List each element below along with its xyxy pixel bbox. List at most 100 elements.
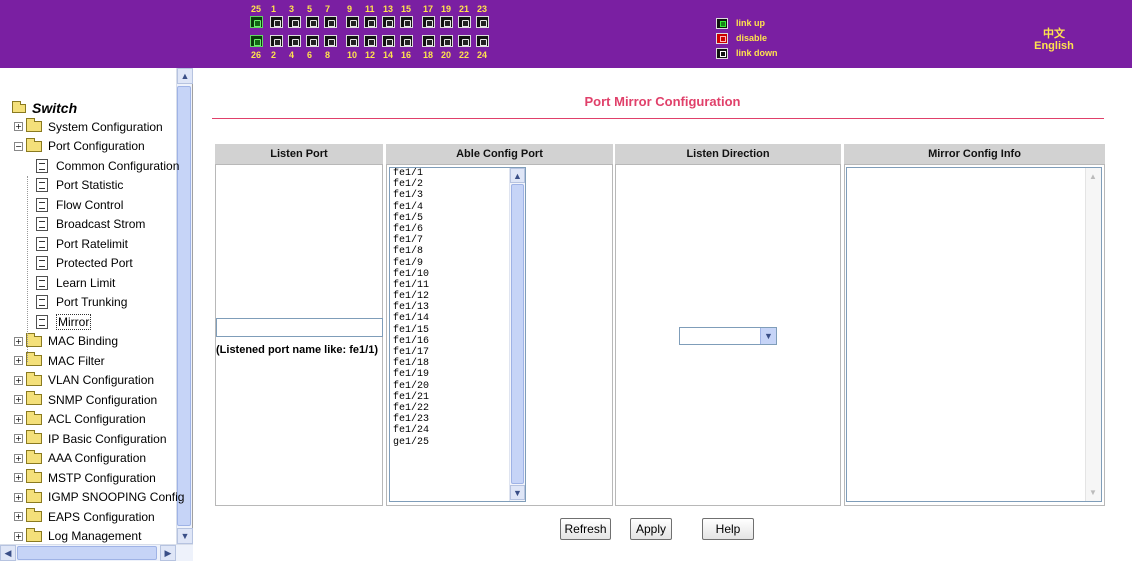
scroll-up-icon[interactable]: ▲ — [1089, 172, 1097, 181]
sidebar-vertical-scrollbar[interactable]: ▲ ▼ — [176, 68, 193, 544]
scroll-up-icon[interactable]: ▲ — [177, 68, 193, 84]
port-option[interactable]: fe1/8 — [390, 246, 525, 257]
sidebar-item-mac-binding[interactable]: + MAC Binding — [14, 332, 118, 351]
sidebar-item-port-configuration[interactable]: − Port Configuration — [14, 137, 145, 156]
scroll-down-icon[interactable]: ▼ — [1089, 488, 1097, 497]
expand-icon[interactable]: + — [14, 395, 23, 404]
lang-english-link[interactable]: English — [1024, 40, 1084, 52]
port-link-down-icon[interactable] — [440, 35, 453, 47]
port-option[interactable]: fe1/20 — [390, 381, 525, 392]
sidebar-item-flow-control[interactable]: Flow Control — [36, 195, 123, 214]
collapse-icon[interactable]: − — [14, 141, 23, 151]
port-link-down-icon[interactable] — [422, 16, 435, 28]
tree-root[interactable]: Switch — [12, 100, 77, 116]
port-option[interactable]: fe1/2 — [390, 179, 525, 190]
port-link-down-icon[interactable] — [288, 16, 301, 28]
port-link-down-icon[interactable] — [382, 16, 395, 28]
help-button[interactable]: Help — [702, 518, 754, 540]
scroll-thumb[interactable] — [17, 546, 157, 560]
sidebar-horizontal-scrollbar[interactable]: ◀ ▶ — [0, 544, 193, 561]
sidebar-item-aaa-configuration[interactable]: + AAA Configuration — [14, 449, 146, 468]
sidebar-item-learn-limit[interactable]: Learn Limit — [36, 273, 115, 292]
expand-icon[interactable]: + — [14, 434, 23, 443]
port-option[interactable]: fe1/6 — [390, 224, 525, 235]
port-option[interactable]: fe1/9 — [390, 258, 525, 269]
port-option[interactable]: fe1/19 — [390, 369, 525, 380]
port-option[interactable]: ge1/25 — [390, 437, 525, 448]
port-link-up-icon[interactable] — [250, 16, 263, 28]
port-link-down-icon[interactable] — [400, 16, 413, 28]
sidebar-item-ip-basic-configuration[interactable]: + IP Basic Configuration — [14, 429, 167, 448]
port-link-down-icon[interactable] — [382, 35, 395, 47]
scroll-left-icon[interactable]: ◀ — [0, 545, 16, 561]
port-option[interactable]: fe1/24 — [390, 425, 525, 436]
sidebar-item-eaps-configuration[interactable]: + EAPS Configuration — [14, 507, 155, 526]
port-link-down-icon[interactable] — [346, 35, 359, 47]
expand-icon[interactable]: + — [14, 531, 23, 541]
scroll-thumb[interactable] — [177, 86, 191, 526]
scroll-thumb[interactable] — [511, 184, 524, 484]
scroll-right-icon[interactable]: ▶ — [160, 545, 176, 561]
port-link-down-icon[interactable] — [306, 16, 319, 28]
expand-icon[interactable]: + — [14, 336, 23, 346]
port-link-up-icon[interactable] — [250, 35, 263, 47]
port-link-down-icon[interactable] — [400, 35, 413, 47]
port-option[interactable]: fe1/1 — [390, 168, 525, 179]
sidebar-item-mirror[interactable]: Mirror — [36, 312, 92, 331]
able-config-port-list[interactable]: fe1/1 fe1/2 fe1/3 fe1/4 fe1/5 fe1/6 fe1/7 fe1/8… — [389, 167, 526, 502]
info-scrollbar[interactable]: ▲ ▼ — [1085, 168, 1101, 501]
port-option[interactable]: fe1/11 — [390, 280, 525, 291]
sidebar-item-igmp-snooping-config[interactable]: + IGMP SNOOPING Config — [14, 488, 184, 507]
port-option[interactable]: fe1/7 — [390, 235, 525, 246]
port-link-down-icon[interactable] — [324, 16, 337, 28]
port-option[interactable]: fe1/3 — [390, 190, 525, 201]
port-link-down-icon[interactable] — [324, 35, 337, 47]
port-option[interactable]: fe1/12 — [390, 291, 525, 302]
scroll-down-icon[interactable]: ▼ — [510, 485, 525, 500]
port-option[interactable]: fe1/4 — [390, 202, 525, 213]
listen-port-input[interactable] — [216, 318, 383, 337]
sidebar-item-protected-port[interactable]: Protected Port — [36, 254, 133, 273]
apply-button[interactable]: Apply — [630, 518, 672, 540]
sidebar-item-snmp-configuration[interactable]: + SNMP Configuration — [14, 390, 157, 409]
sidebar-item-port-ratelimit[interactable]: Port Ratelimit — [36, 234, 128, 253]
expand-icon[interactable]: + — [14, 453, 23, 463]
port-link-down-icon[interactable] — [440, 16, 453, 28]
expand-icon[interactable]: + — [14, 473, 23, 482]
lang-chinese-link[interactable]: 中文 — [1024, 25, 1084, 41]
expand-icon[interactable]: + — [14, 492, 23, 502]
port-link-down-icon[interactable] — [270, 16, 283, 28]
port-option[interactable]: fe1/22 — [390, 403, 525, 414]
port-link-down-icon[interactable] — [476, 16, 489, 28]
port-link-down-icon[interactable] — [364, 35, 377, 47]
expand-icon[interactable]: + — [14, 414, 23, 424]
listen-direction-select[interactable]: ▼ — [679, 327, 777, 345]
port-option[interactable]: fe1/5 — [390, 213, 525, 224]
chevron-down-icon[interactable]: ▼ — [760, 328, 776, 344]
sidebar-item-acl-configuration[interactable]: + ACL Configuration — [14, 410, 146, 429]
port-link-down-icon[interactable] — [458, 16, 471, 28]
sidebar-item-common-configuration[interactable]: Common Configuration — [36, 156, 179, 175]
port-option[interactable]: fe1/13 — [390, 302, 525, 313]
port-link-down-icon[interactable] — [306, 35, 319, 47]
port-link-down-icon[interactable] — [288, 35, 301, 47]
expand-icon[interactable]: + — [14, 375, 23, 385]
expand-icon[interactable]: + — [14, 122, 23, 131]
port-option[interactable]: fe1/23 — [390, 414, 525, 425]
expand-icon[interactable]: + — [14, 512, 23, 521]
port-link-down-icon[interactable] — [476, 35, 489, 47]
scroll-up-icon[interactable]: ▲ — [510, 168, 525, 183]
port-option[interactable]: fe1/18 — [390, 358, 525, 369]
port-option[interactable]: fe1/15 — [390, 325, 525, 336]
sidebar-item-broadcast-strom[interactable]: Broadcast Strom — [36, 215, 145, 234]
sidebar-item-system-configuration[interactable]: + System Configuration — [14, 117, 163, 136]
mirror-config-info-textarea[interactable]: ▲ ▼ — [846, 167, 1102, 502]
port-option[interactable]: fe1/14 — [390, 313, 525, 324]
sidebar-item-log-management[interactable]: + Log Management — [14, 527, 141, 546]
expand-icon[interactable]: + — [14, 356, 23, 365]
port-link-down-icon[interactable] — [422, 35, 435, 47]
sidebar-item-mstp-configuration[interactable]: + MSTP Configuration — [14, 468, 156, 487]
port-link-down-icon[interactable] — [270, 35, 283, 47]
scroll-down-icon[interactable]: ▼ — [177, 528, 193, 544]
port-link-down-icon[interactable] — [458, 35, 471, 47]
